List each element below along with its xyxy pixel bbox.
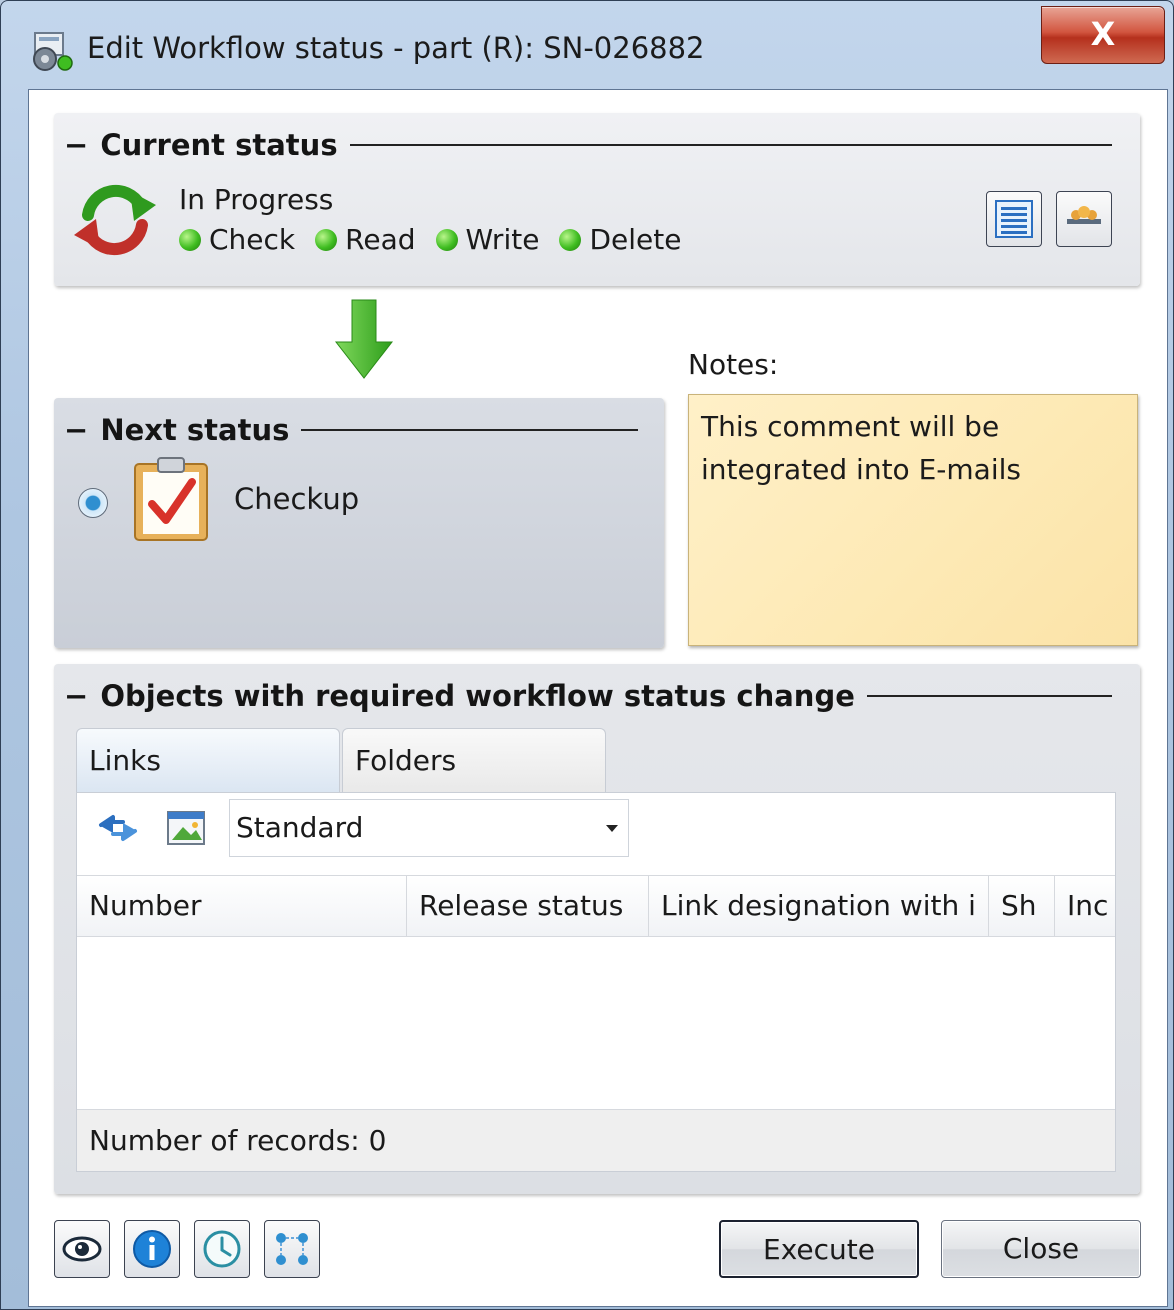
permission-label: Check (209, 223, 296, 256)
collapse-dash[interactable]: − (64, 679, 88, 713)
objects-heading: Objects with required workflow status ch… (100, 679, 855, 713)
permission-label: Write (465, 223, 540, 256)
eye-icon (62, 1236, 102, 1262)
next-status-heading: Next status (100, 413, 290, 447)
green-dot-icon (315, 228, 338, 251)
clock-icon (203, 1230, 241, 1268)
next-status-group: − Next status Checkup (54, 398, 664, 648)
list-view-icon (995, 200, 1033, 238)
column-header-number[interactable]: Number (77, 876, 407, 938)
info-icon (133, 1230, 171, 1268)
green-dot-icon (179, 228, 201, 251)
permission-list: Check Read Write Delete (179, 223, 701, 256)
current-status-heading-row: − Current status (64, 125, 1112, 165)
chevron-down-icon[interactable] (606, 825, 618, 832)
current-status-group: − Current status In Progress Check Read … (54, 113, 1140, 286)
tab-links[interactable]: Links (76, 728, 340, 792)
workflow-diagram-button[interactable] (264, 1220, 320, 1278)
image-view-icon[interactable] (163, 807, 209, 849)
transition-arrow-icon (334, 299, 394, 379)
next-status-heading-row: − Next status (64, 410, 638, 450)
tab-folders[interactable]: Folders (342, 728, 606, 792)
list-view-button[interactable] (986, 191, 1042, 247)
grid-header: Number Release status Link designation w… (77, 875, 1115, 938)
column-header-link-designation[interactable]: Link designation with i (649, 876, 989, 938)
column-header-release-status[interactable]: Release status (407, 876, 649, 938)
workflow-icon (276, 1233, 308, 1265)
permission-label: Read (345, 223, 416, 256)
view-select-value: Standard (236, 811, 364, 844)
permission-read: Read (315, 223, 416, 256)
notes-label: Notes: (688, 348, 779, 381)
users-button[interactable] (1056, 191, 1112, 247)
permission-label: Delete (589, 223, 682, 256)
in-progress-cycle-icon (74, 184, 156, 256)
record-count: Number of records: 0 (77, 1109, 1115, 1171)
info-button[interactable] (124, 1220, 180, 1278)
grid-toolbar: Standard (77, 793, 1115, 875)
heading-rule (866, 695, 1112, 697)
refresh-arrows-icon[interactable] (95, 807, 141, 849)
permission-check: Check (179, 223, 295, 256)
next-status-option-label: Checkup (234, 482, 360, 516)
grid-body[interactable] (77, 937, 1115, 1109)
objects-group: − Objects with required workflow status … (54, 664, 1140, 1194)
title-bar[interactable]: Edit Workflow status - part (R): SN-0268… (1, 1, 1173, 89)
dialog-client-area: − Current status In Progress Check Read … (28, 89, 1168, 1307)
heading-rule (301, 429, 638, 431)
green-dot-icon (435, 228, 458, 251)
history-button[interactable] (194, 1220, 250, 1278)
window-close-button[interactable]: X (1041, 6, 1165, 64)
current-status-heading: Current status (100, 128, 338, 162)
links-panel: Standard Number Release status Link desi… (76, 792, 1116, 1172)
next-status-radio[interactable] (78, 488, 108, 518)
users-icon (1067, 206, 1101, 224)
permission-write: Write (435, 223, 540, 256)
workflow-app-icon (33, 32, 73, 71)
close-button[interactable]: Close (941, 1220, 1141, 1278)
permission-delete: Delete (559, 223, 681, 256)
checkup-clipboard-icon (134, 457, 208, 541)
collapse-dash[interactable]: − (64, 413, 88, 447)
objects-heading-row: − Objects with required workflow status … (64, 676, 1112, 716)
execute-button[interactable]: Execute (719, 1220, 919, 1278)
current-status-name: In Progress (179, 183, 334, 216)
view-select[interactable]: Standard (229, 799, 629, 857)
collapse-dash[interactable]: − (64, 128, 88, 162)
window-title: Edit Workflow status - part (R): SN-0268… (87, 31, 705, 65)
notes-textarea[interactable]: This comment will be integrated into E-m… (688, 394, 1138, 646)
column-header-sh[interactable]: Sh (989, 876, 1055, 938)
green-dot-icon (559, 228, 582, 251)
dialog-window: Edit Workflow status - part (R): SN-0268… (0, 0, 1174, 1310)
heading-rule (349, 144, 1112, 146)
column-header-inc[interactable]: Inc (1055, 876, 1115, 938)
preview-button[interactable] (54, 1220, 110, 1278)
